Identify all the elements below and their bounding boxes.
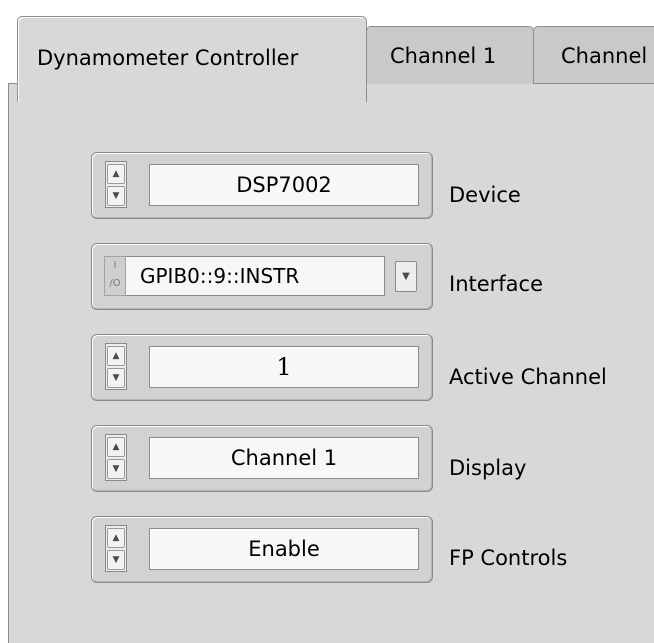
tab-dynamometer-controller[interactable]: Dynamometer Controller: [17, 16, 367, 102]
fp-controls-value[interactable]: Enable: [149, 528, 419, 570]
increment-arrow-icon[interactable]: ▲: [107, 528, 125, 548]
display-label: Display: [449, 456, 527, 480]
dropdown-arrow-icon[interactable]: ▼: [395, 261, 417, 292]
interface-value[interactable]: GPIB0::9::INSTR: [126, 256, 385, 296]
interface-label: Interface: [449, 272, 544, 296]
app-window: Channel Channel 1 Dynamometer Controller…: [0, 0, 654, 643]
display-value[interactable]: Channel 1: [149, 437, 419, 479]
device-label: Device: [449, 183, 521, 207]
decrement-arrow-icon[interactable]: ▼: [107, 186, 125, 206]
tab-channel-2[interactable]: Channel: [533, 26, 654, 84]
decrement-arrow-icon[interactable]: ▼: [107, 550, 125, 570]
active-channel-value[interactable]: 1: [149, 346, 419, 388]
fp-controls-label: FP Controls: [449, 546, 568, 570]
tab-label: Channel 1: [390, 43, 497, 68]
display-ring: ▲ ▼ Channel 1: [91, 425, 433, 492]
device-ring: ▲ ▼ DSP7002: [91, 152, 433, 219]
tab-label: Dynamometer Controller: [37, 46, 299, 70]
interface-control: I/O GPIB0::9::INSTR ▼: [91, 243, 433, 310]
fp-controls-ring: ▲ ▼ Enable: [91, 516, 433, 583]
tab-label: Channel: [561, 43, 648, 68]
active-channel-label: Active Channel: [449, 365, 607, 389]
increment-arrow-icon[interactable]: ▲: [107, 164, 125, 184]
display-spinner: ▲ ▼: [105, 434, 127, 481]
decrement-arrow-icon[interactable]: ▼: [107, 368, 125, 388]
decrement-arrow-icon[interactable]: ▼: [107, 459, 125, 479]
fp-controls-spinner: ▲ ▼: [105, 525, 127, 572]
increment-arrow-icon[interactable]: ▲: [107, 346, 125, 366]
visa-resource-icon: I/O: [104, 256, 126, 296]
tab-channel-1[interactable]: Channel 1: [366, 26, 534, 84]
increment-arrow-icon[interactable]: ▲: [107, 437, 125, 457]
active-channel-spinner: ▲ ▼: [105, 343, 127, 390]
device-spinner: ▲ ▼: [105, 161, 127, 208]
device-value[interactable]: DSP7002: [149, 164, 419, 206]
active-channel-control: ▲ ▼ 1: [91, 334, 433, 401]
